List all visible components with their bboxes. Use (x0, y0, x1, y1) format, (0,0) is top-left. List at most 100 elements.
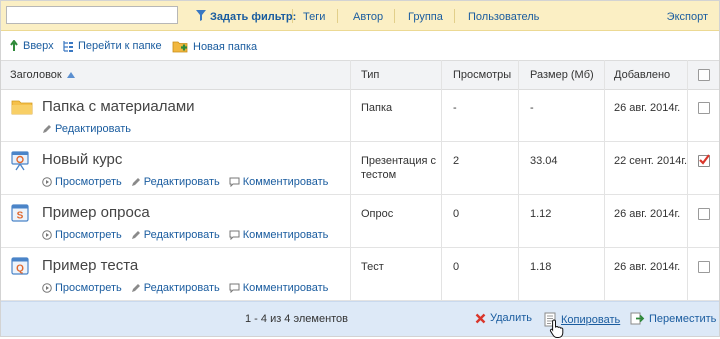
edit-label: Редактировать (55, 123, 131, 135)
item-added: 26 авг. 2014г. (614, 208, 681, 220)
delete-x-icon (475, 313, 486, 323)
delete-button[interactable]: Удалить (475, 312, 532, 324)
filter-tab-tags[interactable]: Теги (303, 11, 325, 23)
up-button[interactable]: Вверх (10, 40, 54, 52)
comment-link[interactable]: Комментировать (229, 176, 328, 188)
edit-link[interactable]: Редактировать (131, 176, 220, 188)
content-library-panel: Задать фильтр: Теги Автор Группа Пользов… (0, 0, 720, 338)
item-added: 22 сент. 2014г. (614, 155, 688, 167)
item-type: Тест (361, 261, 384, 273)
edit-link[interactable]: Редактировать (131, 282, 220, 294)
toolbar: Вверх Перейти к папке Новая папка (1, 32, 719, 60)
survey-icon: S (11, 204, 29, 225)
move-arrow-icon (630, 312, 645, 325)
pencil-icon (131, 178, 140, 186)
comment-icon (229, 230, 240, 240)
table-row[interactable]: Папка с материалами Редактировать Папка … (1, 90, 719, 142)
item-views: 0 (453, 208, 460, 220)
item-title[interactable]: Пример теста (42, 257, 138, 274)
row-actions: Просмотреть Редактировать Комментировать (42, 282, 337, 294)
item-added: 26 авг. 2014г. (614, 261, 681, 273)
move-label: Переместить (649, 312, 717, 325)
item-type: Папка (361, 102, 393, 114)
edit-label: Редактировать (143, 176, 220, 188)
comment-label: Комментировать (242, 282, 329, 294)
table-row[interactable]: Новый курс Просмотреть Редактировать Ком… (1, 143, 719, 195)
view-label: Просмотреть (55, 229, 122, 241)
view-link[interactable]: Просмотреть (42, 176, 122, 188)
row-checkbox[interactable] (698, 208, 710, 220)
filter-bar: Задать фильтр: Теги Автор Группа Пользов… (1, 1, 719, 31)
column-header-views[interactable]: Просмотры (453, 61, 511, 89)
presentation-icon (11, 151, 29, 174)
svg-text:Q: Q (16, 264, 24, 275)
item-views: 2 (453, 155, 460, 167)
new-folder-icon (172, 41, 188, 53)
column-header-type[interactable]: Тип (361, 61, 379, 89)
comment-icon (229, 283, 240, 293)
new-folder-button[interactable]: Новая папка (172, 40, 257, 53)
table-header: Заголовок Тип Просмотры Размер (Мб) Доба… (1, 60, 719, 90)
edit-label: Редактировать (143, 229, 220, 241)
comment-icon (229, 177, 240, 187)
pager-status: 1 - 4 из 4 элементов (245, 313, 349, 325)
new-folder-label: Новая папка (193, 40, 258, 53)
item-added: 26 авг. 2014г. (614, 102, 681, 114)
item-size: 1.12 (530, 208, 552, 220)
item-title[interactable]: Папка с материалами (42, 98, 195, 115)
item-size: - (530, 102, 534, 114)
divider (454, 9, 455, 23)
row-checkbox[interactable] (698, 102, 710, 114)
item-views: 0 (453, 261, 460, 273)
svg-text:S: S (17, 211, 24, 222)
item-title[interactable]: Новый курс (42, 151, 122, 168)
filter-tab-user[interactable]: Пользователь (468, 11, 539, 23)
sort-asc-icon (66, 72, 75, 78)
row-checkbox[interactable] (698, 261, 710, 273)
row-checkbox[interactable] (698, 154, 710, 167)
select-all-checkbox[interactable] (698, 69, 710, 81)
item-type: Презентация с тестом (361, 155, 437, 181)
view-label: Просмотреть (55, 282, 122, 294)
item-size: 1.18 (530, 261, 552, 273)
goto-folder-label: Перейти к папке (78, 40, 162, 52)
filter-funnel-icon[interactable] (196, 10, 206, 24)
view-label: Просмотреть (55, 176, 122, 188)
folder-tree-icon (63, 41, 73, 52)
divider (292, 9, 293, 23)
row-actions: Просмотреть Редактировать Комментировать (42, 176, 337, 188)
view-link[interactable]: Просмотреть (42, 282, 122, 294)
pencil-icon (131, 284, 140, 292)
play-circle-icon (42, 283, 52, 293)
item-title[interactable]: Пример опроса (42, 204, 150, 221)
comment-link[interactable]: Комментировать (229, 229, 328, 241)
export-link[interactable]: Экспорт (667, 11, 708, 23)
hand-cursor-icon (549, 319, 564, 338)
search-input[interactable] (6, 6, 178, 24)
goto-folder-button[interactable]: Перейти к папке (62, 40, 162, 52)
table-row[interactable]: Q Пример теста Просмотреть Редактировать… (1, 249, 719, 301)
view-link[interactable]: Просмотреть (42, 229, 122, 241)
column-header-size[interactable]: Размер (Мб) (530, 61, 594, 89)
edit-label: Редактировать (143, 282, 220, 294)
filter-tab-group[interactable]: Группа (408, 11, 443, 23)
comment-link[interactable]: Комментировать (229, 282, 329, 294)
divider (394, 9, 395, 23)
table-footer: 1 - 4 из 4 элементов Удалить Копировать … (1, 301, 719, 338)
arrow-up-icon (10, 40, 18, 51)
table-row[interactable]: S Пример опроса Просмотреть Редактироват… (1, 196, 719, 248)
move-button[interactable]: Переместить (630, 312, 716, 325)
quiz-icon: Q (11, 257, 29, 278)
pencil-icon (43, 125, 51, 133)
copy-label: Копировать (561, 313, 621, 326)
column-header-added[interactable]: Добавлено (614, 61, 670, 89)
edit-link[interactable]: Редактировать (131, 229, 220, 241)
filter-tab-author[interactable]: Автор (353, 11, 383, 23)
delete-label: Удалить (490, 312, 532, 324)
filter-label[interactable]: Задать фильтр: (210, 11, 296, 23)
edit-link[interactable]: Редактировать (42, 123, 131, 135)
divider (337, 9, 338, 23)
column-header-title[interactable]: Заголовок (10, 61, 75, 89)
up-label: Вверх (23, 40, 54, 52)
item-size: 33.04 (530, 155, 558, 167)
